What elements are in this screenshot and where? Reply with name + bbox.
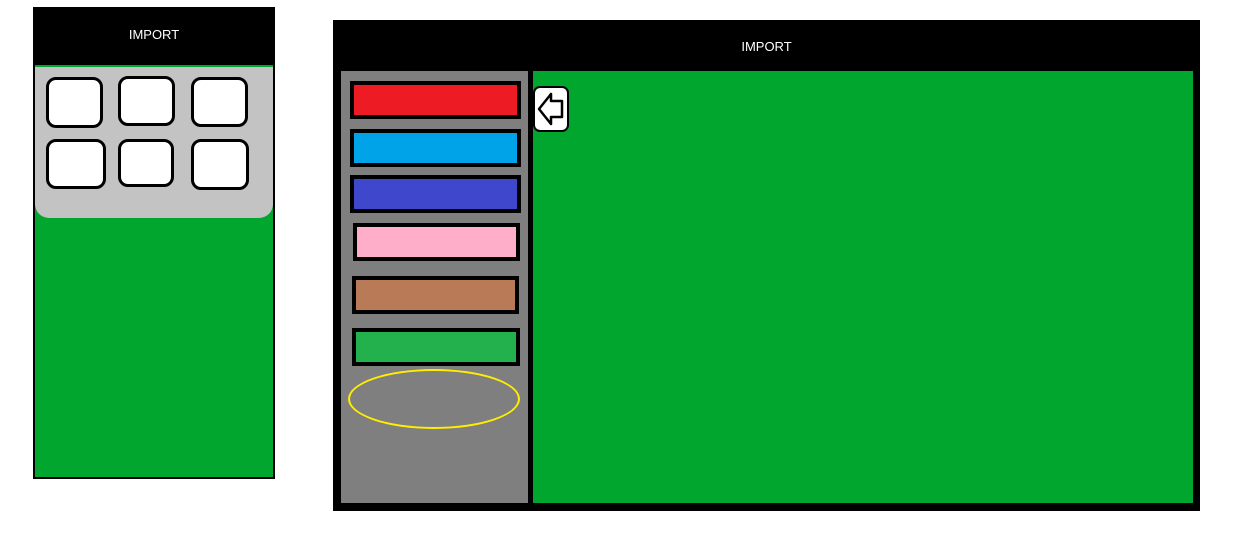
swatch-red[interactable]: [350, 81, 521, 119]
swatch-light-blue[interactable]: [350, 129, 521, 167]
swatch-brown[interactable]: [352, 276, 519, 314]
back-button[interactable]: [533, 86, 569, 132]
content-area: [533, 71, 1193, 503]
tile-2[interactable]: [118, 76, 175, 126]
tile-5[interactable]: [118, 139, 174, 187]
tile-3[interactable]: [191, 77, 248, 127]
selection-highlight-ellipse: [348, 369, 520, 429]
desktop-header: IMPORT: [336, 23, 1197, 69]
desktop-window: IMPORT: [333, 20, 1200, 511]
tile-4[interactable]: [46, 139, 106, 189]
desktop-title: IMPORT: [741, 39, 792, 54]
swatch-indigo[interactable]: [350, 175, 521, 213]
mobile-tile-panel: [35, 67, 273, 218]
color-sidebar: [341, 71, 528, 503]
mobile-screen: IMPORT: [33, 7, 275, 479]
back-arrow-icon: [537, 92, 564, 126]
swatch-pink[interactable]: [353, 223, 520, 261]
mobile-title: IMPORT: [128, 27, 180, 42]
tile-6[interactable]: [191, 139, 249, 190]
mobile-header: IMPORT: [35, 9, 273, 65]
swatch-green[interactable]: [352, 328, 520, 366]
tile-1[interactable]: [46, 77, 103, 128]
